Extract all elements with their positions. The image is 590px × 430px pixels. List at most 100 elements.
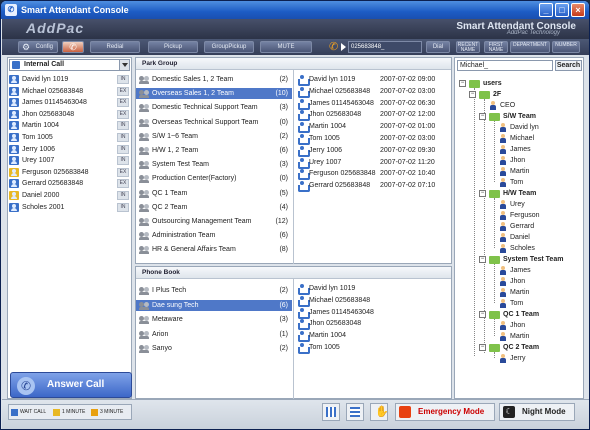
tree-user-node[interactable]: Tom: [499, 177, 580, 188]
night-mode-button[interactable]: ☾ Night Mode: [499, 403, 575, 421]
collapse-icon[interactable]: −: [469, 91, 476, 98]
park-group-item[interactable]: Domestic Technical Support Team (3): [136, 102, 292, 113]
park-group-item[interactable]: QC 1 Team (5): [136, 188, 292, 199]
search-input[interactable]: Michael_: [457, 60, 553, 71]
list-item[interactable]: Jhon 025683048 EX: [8, 109, 131, 120]
transfer-button[interactable]: [322, 403, 340, 421]
recent-name-button[interactable]: RECENT NAME: [456, 41, 480, 53]
tree-user-node[interactable]: Michael: [499, 133, 580, 144]
tree-user-node[interactable]: Tom: [499, 298, 580, 309]
parked-call-item[interactable]: Gerrard 025683848 2007-07-02 07:10: [295, 180, 451, 193]
phone-book-group-item[interactable]: Sanyo (2): [136, 343, 292, 354]
tree-user-node[interactable]: Martin: [499, 287, 580, 298]
list-item[interactable]: Jerry 1006 IN: [8, 144, 131, 155]
phone-book-contact[interactable]: David lyn 1019: [295, 283, 451, 295]
tree-user-node[interactable]: Daniel: [499, 232, 580, 243]
tree-user-node[interactable]: Ferguson: [499, 210, 580, 221]
tree-user-node[interactable]: Scholes: [499, 243, 580, 254]
list-item[interactable]: Michael 025683848 EX: [8, 86, 131, 97]
close-button[interactable]: ×: [571, 3, 585, 17]
tree-folder-node[interactable]: − QC 2 Team: [479, 342, 580, 353]
emergency-mode-button[interactable]: Emergency Mode: [395, 403, 495, 421]
pickup-button[interactable]: Pickup: [148, 41, 198, 53]
search-button[interactable]: Search: [555, 60, 582, 71]
park-group-item[interactable]: S/W 1~6 Team (2): [136, 131, 292, 142]
dial-button[interactable]: Dial: [426, 41, 450, 53]
dial-number-input[interactable]: 025683848_: [348, 41, 422, 53]
list-item[interactable]: Daniel 2000 IN: [8, 190, 131, 201]
call-type-dropdown[interactable]: Internal Call: [9, 59, 130, 71]
tree-user-node[interactable]: Gerrard: [499, 221, 580, 232]
parked-call-item[interactable]: Urey 1007 2007-07-02 11:20: [295, 157, 451, 169]
department-button[interactable]: DEPARTMENT: [510, 41, 550, 53]
parked-call-item[interactable]: Jhon 025683048 2007-07-02 12:00: [295, 109, 451, 122]
park-group-item[interactable]: Administration Team (6): [136, 230, 292, 241]
collapse-icon[interactable]: −: [459, 80, 466, 87]
tree-user-node[interactable]: Jhon: [499, 276, 580, 287]
park-group-item[interactable]: Overseas Technical Support Team (0): [136, 117, 292, 128]
tree-user-node[interactable]: Jhon: [499, 320, 580, 331]
phone-book-contact[interactable]: Michael 025683848: [295, 295, 451, 307]
config-button[interactable]: ⚙ Config: [18, 41, 58, 53]
tree-folder-node[interactable]: − QC 1 Team: [479, 309, 580, 320]
list-item[interactable]: Gerrard 025683848 EX: [8, 178, 131, 189]
park-group-item[interactable]: H/W 1, 2 Team (6): [136, 145, 292, 156]
parked-call-item[interactable]: Ferguson 025683848 2007-07-02 10:40: [295, 168, 451, 181]
list-item[interactable]: Urey 1007 IN: [8, 155, 131, 166]
list-item[interactable]: Scholes 2001 IN: [8, 202, 131, 213]
list-item[interactable]: Martin 1004 IN: [8, 120, 131, 131]
phone-book-contact[interactable]: Jhon 025683048: [295, 318, 451, 331]
tree-user-node[interactable]: Jerry: [499, 353, 580, 364]
phone-book-group-item[interactable]: Metaware (3): [136, 314, 292, 325]
park-group-item[interactable]: Outsourcing Management Team (12): [136, 216, 292, 227]
park-group-item[interactable]: System Test Team (3): [136, 159, 292, 170]
parked-call-item[interactable]: Tom 1005 2007-07-02 03:00: [295, 133, 451, 145]
tree-user-node[interactable]: Urey: [499, 199, 580, 210]
tree-user-node[interactable]: David lyn: [499, 122, 580, 133]
tree-folder-node[interactable]: − S/W Team: [479, 111, 580, 122]
phone-book-group-item[interactable]: Dae sung Tech (6): [136, 299, 292, 311]
tree-folder-node[interactable]: − 2F: [469, 89, 580, 100]
tree-folder-node[interactable]: − System Test Team: [479, 254, 580, 265]
park-group-item[interactable]: Domestic Sales 1, 2 Team (2): [136, 74, 292, 85]
collapse-icon[interactable]: −: [479, 311, 486, 318]
tree-user-node[interactable]: James: [499, 144, 580, 155]
list-item[interactable]: Ferguson 025683848 EX: [8, 167, 131, 178]
minimize-button[interactable]: _: [539, 3, 553, 17]
phone-book-contact[interactable]: James 01145463048: [295, 307, 451, 319]
conference-button[interactable]: [346, 403, 364, 421]
list-item[interactable]: David lyn 1019 IN: [8, 74, 131, 85]
tree-user-node[interactable]: Jhon: [499, 155, 580, 166]
chevron-down-icon[interactable]: [119, 60, 129, 70]
park-group-item[interactable]: HR & General Affairs Team (8): [136, 244, 292, 255]
first-name-button[interactable]: FIRST NAME: [484, 41, 508, 53]
parked-call-item[interactable]: Martin 1004 2007-07-02 01:00: [295, 121, 451, 134]
group-pickup-button[interactable]: GroupPickup: [204, 41, 254, 53]
park-group-item[interactable]: Overseas Sales 1, 2 Team (10): [136, 88, 292, 100]
mute-button[interactable]: MUTE: [260, 41, 312, 53]
tree-user-node[interactable]: Martin: [499, 331, 580, 342]
maximize-button[interactable]: □: [555, 3, 569, 17]
parked-call-item[interactable]: Jerry 1006 2007-07-02 09:30: [295, 145, 451, 157]
tree-folder-node[interactable]: − users: [459, 78, 580, 89]
parked-call-item[interactable]: James 01145463048 2007-07-02 06:30: [295, 98, 451, 110]
parked-call-item[interactable]: Michael 025683848 2007-07-02 03:00: [295, 86, 451, 98]
collapse-icon[interactable]: −: [479, 256, 486, 263]
redial-button[interactable]: Redial: [90, 41, 140, 53]
park-group-item[interactable]: QC 2 Team (4): [136, 202, 292, 213]
phone-book-contact[interactable]: Tom 1005: [295, 342, 451, 354]
tree-user-node[interactable]: CEO: [489, 100, 580, 111]
phone-book-group-item[interactable]: Arion (1): [136, 329, 292, 340]
tree-folder-node[interactable]: − H/W Team: [479, 188, 580, 199]
list-item[interactable]: Tom 1005 IN: [8, 132, 131, 143]
tree-user-node[interactable]: Martin: [499, 166, 580, 177]
phone-book-group-item[interactable]: I Plus Tech (2): [136, 285, 292, 296]
collapse-icon[interactable]: −: [479, 113, 486, 120]
park-group-item[interactable]: Production Center(Factory) (0): [136, 173, 292, 184]
hold-button[interactable]: ✋: [370, 403, 389, 421]
phone-book-contact[interactable]: Martin 1004: [295, 330, 451, 343]
collapse-icon[interactable]: −: [479, 344, 486, 351]
list-item[interactable]: James 01145463048 EX: [8, 97, 131, 108]
tree-user-node[interactable]: James: [499, 265, 580, 276]
collapse-icon[interactable]: −: [479, 190, 486, 197]
